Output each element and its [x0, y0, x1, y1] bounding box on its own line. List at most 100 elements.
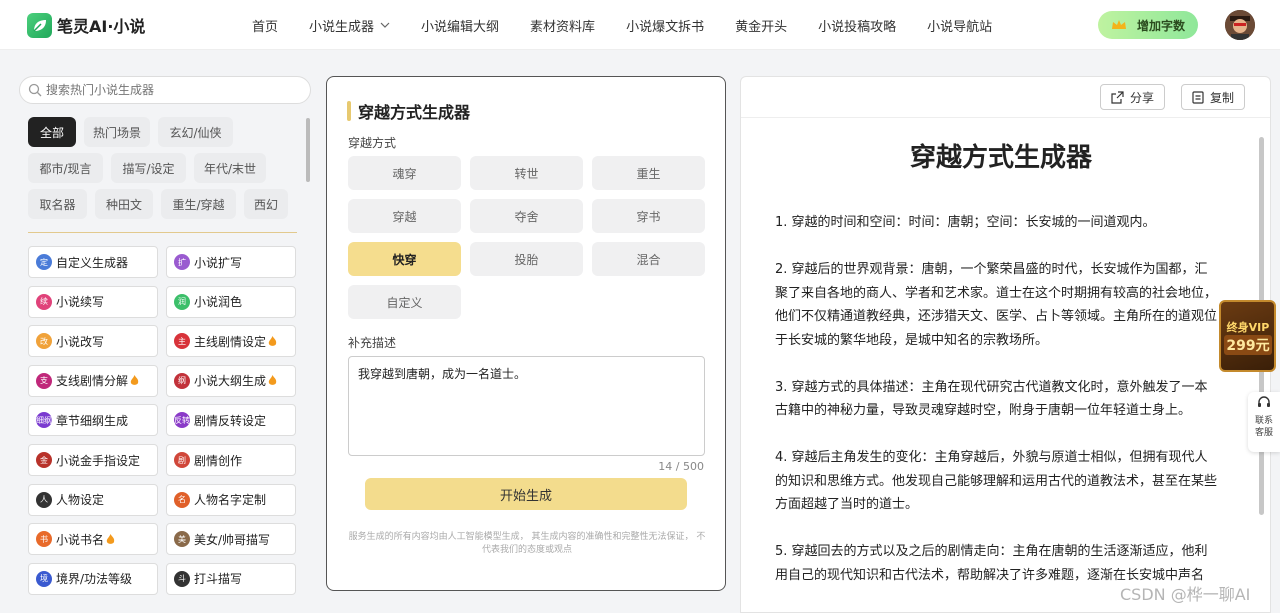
nav-golden-opening[interactable]: 黄金开头	[735, 16, 787, 35]
tool-label: 小说书名	[56, 532, 105, 547]
result-paragraph: 3. 穿越方式的具体描述：主角在现代研究古代道教文化时，意外触发了一本古籍中的神…	[775, 379, 1208, 419]
csdn-watermark: CSDN @桦一聊AI	[1120, 585, 1251, 604]
chevron-down-icon	[380, 22, 390, 28]
contact-support-button[interactable]: 联系客服	[1248, 392, 1280, 452]
tool-icon: 剧	[174, 452, 190, 468]
crown-icon	[1111, 20, 1126, 29]
sidebar-scrollbar[interactable]	[306, 118, 310, 182]
tool-item[interactable]: 支支线剧情分解	[28, 364, 158, 397]
tool-item[interactable]: 润小说润色	[166, 285, 296, 318]
fire-icon	[268, 375, 277, 386]
tool-item[interactable]: 剧剧情创作	[166, 444, 296, 476]
lifetime-vip-badge[interactable]: 终身VIP 299元	[1219, 300, 1276, 372]
tool-label: 打斗描写	[194, 572, 243, 587]
search-input[interactable]	[46, 83, 286, 97]
ai-disclaimer: 服务生成的所有内容均由人工智能模型生成， 其生成内容的准确性和完整性无法保证， …	[348, 532, 706, 555]
category-description[interactable]: 描写/设定	[111, 153, 186, 183]
top-header: 笔灵AI·小说 首页 小说生成器 小说编辑大纲 素材资料库 小说爆文拆书 黄金开…	[0, 0, 1280, 50]
user-avatar[interactable]	[1225, 10, 1255, 40]
app-logo[interactable]: 笔灵AI·小说	[27, 12, 145, 38]
tool-icon: 主	[174, 333, 190, 350]
add-words-button[interactable]: 增加字数	[1098, 11, 1198, 39]
tool-label: 人物名字定制	[194, 493, 267, 508]
result-paragraph: 1. 穿越的时间和空间：时间：唐朝；空间：长安城的一间道观内。	[775, 215, 1156, 230]
tool-icon: 反转	[174, 412, 190, 429]
option-mixed[interactable]: 混合	[592, 242, 705, 276]
category-urban[interactable]: 都市/现言	[28, 153, 103, 183]
option-soul-transfer[interactable]: 魂穿	[348, 156, 461, 190]
copy-icon	[1192, 90, 1204, 104]
result-title: 穿越方式生成器	[909, 143, 1092, 173]
nav-outline-editor[interactable]: 小说编辑大纲	[421, 16, 499, 35]
tool-item[interactable]: 斗打斗描写	[166, 562, 296, 595]
option-fast-travel[interactable]: 快穿	[348, 242, 461, 276]
add-words-label: 增加字数	[1136, 18, 1185, 33]
tool-item[interactable]: 美美女/帅哥描写	[166, 523, 296, 556]
nav-novel-generator-label: 小说生成器	[309, 19, 375, 35]
option-rebirth[interactable]: 重生	[592, 156, 705, 190]
tool-label: 人物设定	[56, 493, 105, 508]
tool-item[interactable]: 细纲 章节细纲生成	[28, 404, 158, 437]
tool-item[interactable]: 书小说书名	[28, 523, 158, 556]
tool-item[interactable]: 名人物名字定制	[166, 483, 296, 516]
tool-item[interactable]: 人人物设定	[28, 483, 158, 516]
tool-item[interactable]: 金小说金手指设定	[28, 444, 158, 476]
tool-label: 美女/帅哥描写	[194, 532, 271, 547]
option-reborn-as-baby[interactable]: 投胎	[470, 242, 583, 276]
option-into-book[interactable]: 穿书	[592, 199, 705, 233]
fire-icon	[268, 335, 277, 346]
tool-label: 小说大纲生成	[194, 374, 267, 389]
category-western-fantasy[interactable]: 西幻	[244, 189, 288, 219]
nav-home[interactable]: 首页	[252, 16, 278, 35]
tool-item[interactable]: 境境界/功法等级	[28, 562, 158, 595]
tool-item[interactable]: 定自定义生成器	[28, 246, 158, 278]
char-count: 14 / 500	[658, 460, 704, 473]
category-rebirth[interactable]: 重生/穿越	[161, 189, 236, 219]
tool-item[interactable]: 续小说续写	[28, 285, 158, 318]
tool-icon: 润	[174, 293, 190, 310]
category-farming[interactable]: 种田文	[95, 189, 153, 219]
start-generate-button[interactable]: 开始生成	[365, 478, 687, 510]
share-button[interactable]: 分享	[1100, 84, 1166, 110]
tool-item[interactable]: 纲小说大纲生成	[166, 364, 296, 397]
result-paragraph: 5. 穿越回去的方式以及之后的剧情走向：主角在唐朝的生活逐渐适应，他利用自己的现…	[775, 544, 1208, 583]
nav-novel-directory[interactable]: 小说导航站	[927, 16, 992, 35]
main-nav: 首页 小说生成器 小说编辑大纲 素材资料库 小说爆文拆书 黄金开头 小说投稿攻略…	[252, 0, 1023, 50]
avatar-icon	[1225, 10, 1255, 40]
tool-item[interactable]: 主主线剧情设定	[166, 325, 296, 358]
tool-item[interactable]: 反转 剧情反转设定	[166, 404, 296, 437]
app-name: 笔灵AI·小说	[57, 17, 146, 36]
nav-book-breakdown[interactable]: 小说爆文拆书	[626, 16, 704, 35]
extra-description-label: 补充描述	[348, 336, 397, 350]
option-reincarnation[interactable]: 转世	[470, 156, 583, 190]
option-custom[interactable]: 自定义	[348, 285, 461, 319]
extra-description-input[interactable]	[348, 356, 705, 456]
tool-label: 剧情反转设定	[194, 413, 267, 428]
category-naming[interactable]: 取名器	[28, 189, 87, 219]
copy-button[interactable]: 复制	[1181, 84, 1246, 110]
nav-material-library[interactable]: 素材资料库	[530, 16, 595, 35]
nav-submission-guide[interactable]: 小说投稿攻略	[818, 16, 896, 35]
fire-icon	[130, 375, 139, 386]
category-all[interactable]: 全部	[28, 117, 76, 147]
option-body-possession[interactable]: 夺舍	[470, 199, 583, 233]
title-accent-bar	[347, 101, 351, 121]
tool-label: 章节细纲生成	[56, 413, 129, 428]
option-transmigration[interactable]: 穿越	[348, 199, 461, 233]
generator-search[interactable]	[19, 76, 311, 104]
tool-label: 小说续写	[56, 295, 105, 310]
copy-label: 复制	[1210, 90, 1235, 105]
tool-item[interactable]: 扩小说扩写	[166, 246, 296, 278]
tool-item[interactable]: 改小说改写	[28, 325, 158, 358]
tool-label: 小说润色	[194, 295, 243, 310]
category-fantasy[interactable]: 玄幻/仙侠	[158, 117, 233, 147]
tool-icon: 名	[174, 491, 190, 508]
result-toolbar: 分享 复制	[741, 77, 1270, 118]
contact-label: 联系客服	[1254, 416, 1273, 438]
category-era[interactable]: 年代/末世	[194, 153, 266, 183]
nav-novel-generator[interactable]: 小说生成器	[309, 16, 390, 35]
tool-icon: 金	[36, 452, 52, 468]
share-icon	[1111, 90, 1124, 104]
tool-icon: 支	[36, 372, 52, 389]
category-hot-scenes[interactable]: 热门场景	[84, 117, 150, 147]
